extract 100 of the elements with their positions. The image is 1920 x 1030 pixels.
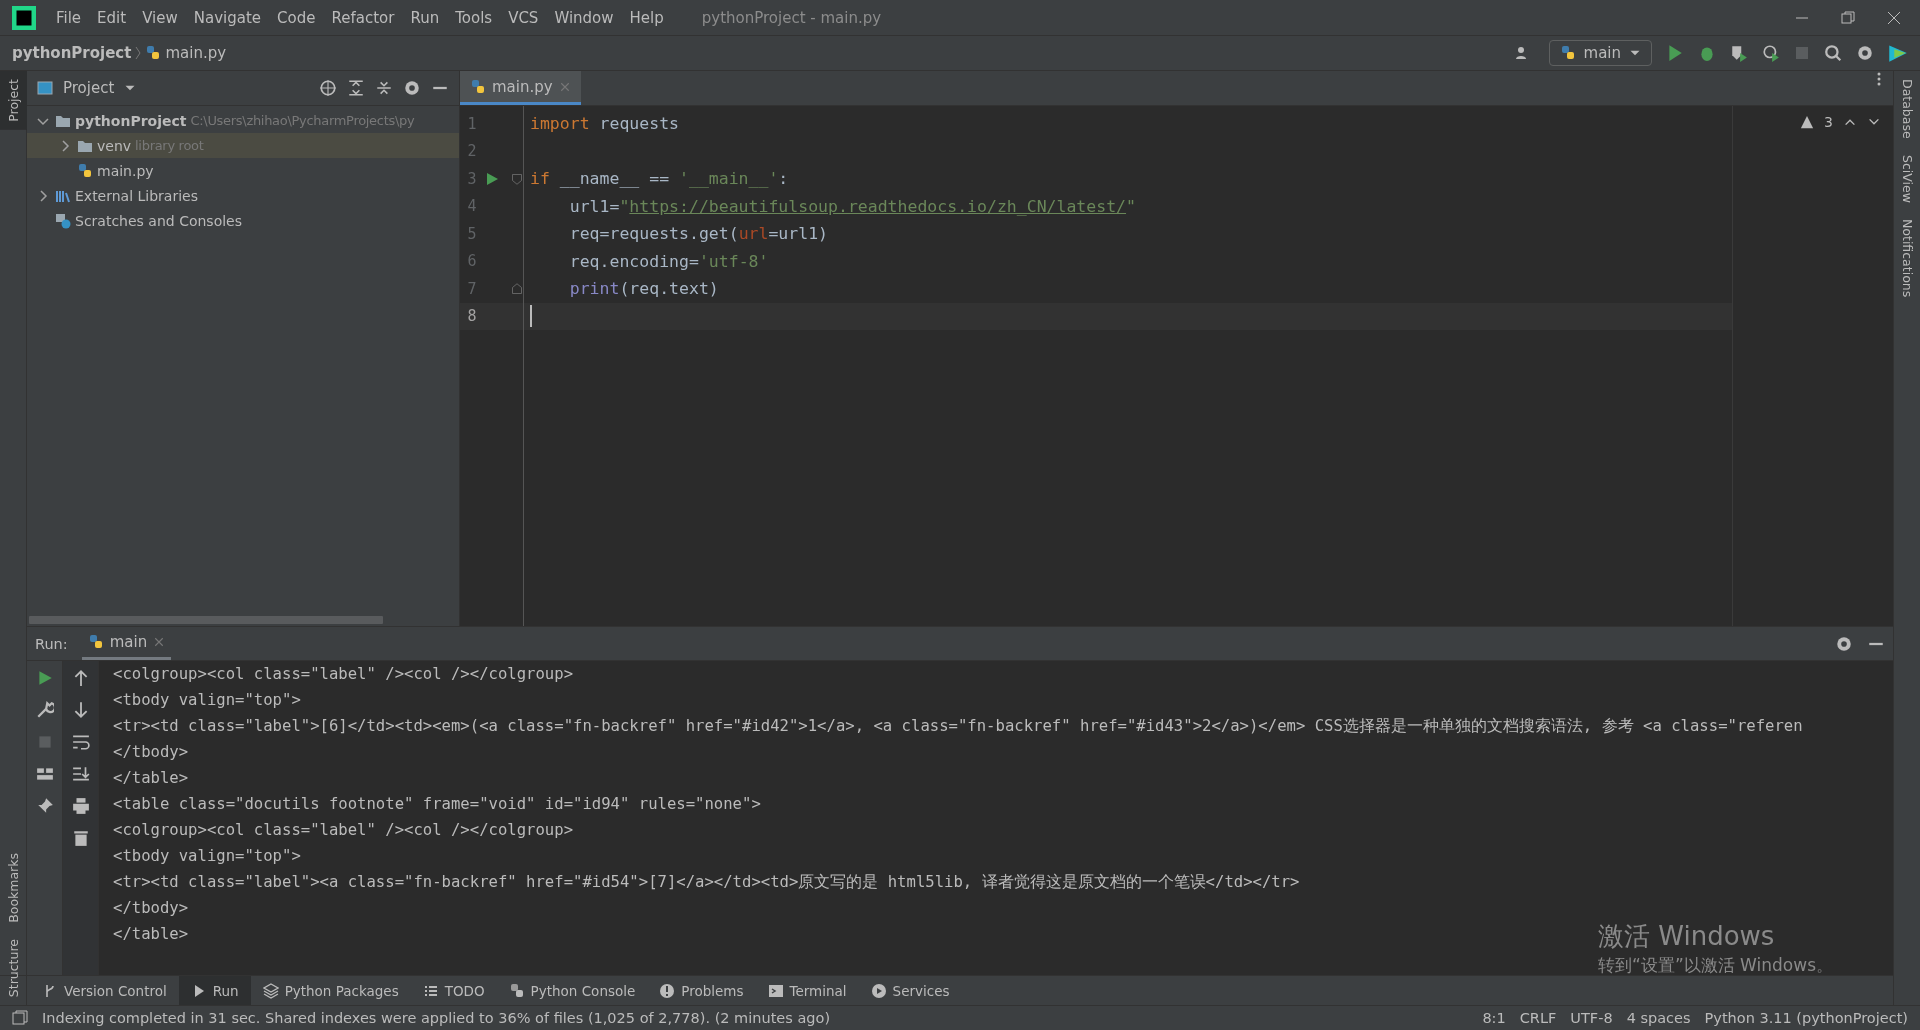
shield-run-icon[interactable] [1730,44,1748,62]
line-number: 4 [466,197,478,216]
python-file-icon [1559,45,1576,61]
console-line: <tr><td class="label">[6]</td><td><em>(<a class="fn-backref" href="#id42">1</a>, <a class="fn-backref" href="#id43">2</a>)</em> CSS选择器是一种单独的文档搜索语法, 参考 <a class="referen [113,716,1803,737]
menu-item[interactable]: Run [402,8,448,27]
breadcrumb-item[interactable]: main.py [165,44,227,62]
collapse-all-icon[interactable] [375,79,393,97]
soft-wrap-icon[interactable] [71,733,90,751]
line-number: 3 [466,169,478,188]
app-logo-icon [12,5,36,30]
tool-window-tab[interactable]: Python Console [496,976,648,1005]
python-icon [508,982,525,999]
search-icon[interactable] [1824,44,1842,62]
panel-title[interactable]: Project [63,79,115,97]
editor-tab[interactable]: main.py [460,71,581,105]
code-line: print(req.text) [568,279,719,299]
scroll-to-end-icon[interactable] [71,765,90,783]
python-file-icon [470,78,486,95]
layout-icon[interactable] [35,765,54,783]
settings-icon[interactable] [403,79,421,97]
status-item[interactable]: CRLF [1519,1010,1557,1026]
trash-icon[interactable] [71,829,90,847]
tool-window-tab[interactable]: Run [178,976,251,1005]
run-icon[interactable] [1666,44,1684,62]
side-tab[interactable]: Database [1894,71,1920,147]
expand-all-icon[interactable] [347,79,365,97]
python-file-icon [87,634,104,650]
services-icon [870,982,887,999]
terminal-icon [767,982,784,999]
settings-icon[interactable] [1856,44,1874,62]
scratches-icon [55,212,71,229]
line-number: 1 [466,114,478,133]
side-tab[interactable]: Bookmarks [0,845,27,931]
menu-item[interactable]: Window [546,8,622,27]
console-line: <tbody valign="top"> [113,690,301,711]
tree-item[interactable]: pythonProject C:\Users\zhihao\PycharmProjects\py [27,108,459,133]
exclamation-icon [659,982,676,999]
status-item[interactable]: 4 spaces [1626,1010,1691,1026]
side-tab[interactable]: Project [0,71,27,130]
menu-item[interactable]: File [48,8,90,27]
console-line: </table> [113,924,189,945]
tree-label: venv [97,137,132,154]
status-item[interactable]: Python 3.11 (pythonProject) [1704,1010,1908,1026]
menu-item[interactable]: Help [621,8,672,27]
side-tab[interactable]: Notifications [1894,210,1920,305]
tree-label: main.py [97,162,154,179]
tree-label: Scratches and Consoles [75,212,242,229]
crosshair-icon[interactable] [319,79,337,97]
menu-item[interactable]: Edit [89,8,135,27]
menu-item[interactable]: Refactor [323,8,403,27]
print-icon[interactable] [71,797,90,815]
tool-window-tab[interactable]: Python Packages [250,976,411,1005]
tool-window-tab[interactable]: Services [858,976,962,1005]
console-line: <tr><td class="label"><a class="fn-backref" href="#id54">[7]</a></td><td>原文写的是 html5lib, 译者觉得这是原文档的一个笔误</td></tr> [113,872,1300,893]
line-number: 2 [466,142,478,161]
warning-icon [1800,115,1815,129]
ide-logo-icon [1888,43,1908,63]
tree-item[interactable]: External Libraries [27,183,459,208]
console-line: <table class="docutils footnote" frame="void" id="id94" rules="none"> [113,794,761,815]
run-configuration-dropdown[interactable]: main [1548,40,1652,66]
tool-window-tab[interactable]: TODO [410,976,497,1005]
console-line: <colgroup><col class="label" /><col /></colgroup> [113,664,574,685]
warning-count[interactable]: 3 [1824,114,1833,130]
status-item[interactable]: 8:1 [1482,1010,1506,1026]
tree-label: pythonProject [75,112,187,129]
python-file-icon [77,162,93,179]
tree-label: External Libraries [75,187,198,204]
layers-icon [262,982,279,999]
settings-icon[interactable] [1835,634,1853,653]
line-number: 7 [466,279,478,298]
breadcrumb-item[interactable]: pythonProject [12,44,132,62]
menu-item[interactable]: View [134,8,186,27]
menu-item[interactable]: Code [269,8,324,27]
console-line: <tbody valign="top"> [113,846,301,867]
tree-item[interactable]: main.py [27,158,459,183]
tool-window-tab[interactable]: Problems [647,976,756,1005]
close-icon[interactable] [1886,9,1902,26]
panel-toggle-icon [12,1010,28,1026]
tree-item[interactable]: Scratches and Consoles [27,208,459,233]
menu-item[interactable]: Navigate [185,8,270,27]
status-item[interactable]: UTF-8 [1570,1010,1613,1026]
code-line: url1="https://beautifulsoup.readthedocs.io/zh_CN/latest/" [568,196,1136,216]
restore-icon[interactable] [1840,9,1856,26]
window-title: pythonProject - main.py [701,8,883,27]
console-line: </tbody> [113,898,189,919]
profiler-icon[interactable] [1762,44,1780,62]
menu-item[interactable]: Tools [447,8,501,27]
text-caret [530,305,532,328]
tool-window-tab[interactable]: Version Control [30,976,179,1005]
side-tab[interactable]: SciView [1894,146,1920,211]
run-icon[interactable] [484,170,500,187]
console-line: </tbody> [113,742,189,763]
line-number: 5 [466,224,478,243]
chevron-right-icon [135,46,142,60]
menu-item[interactable]: VCS [500,8,547,27]
activation-subtitle: 转到“设置”以激活 Windows。 [1598,954,1833,977]
side-tab[interactable]: Structure [0,930,27,1005]
tool-window-tab[interactable]: Terminal [755,976,859,1005]
scrollbar-thumb[interactable] [29,616,383,624]
python-file-icon [145,45,162,61]
